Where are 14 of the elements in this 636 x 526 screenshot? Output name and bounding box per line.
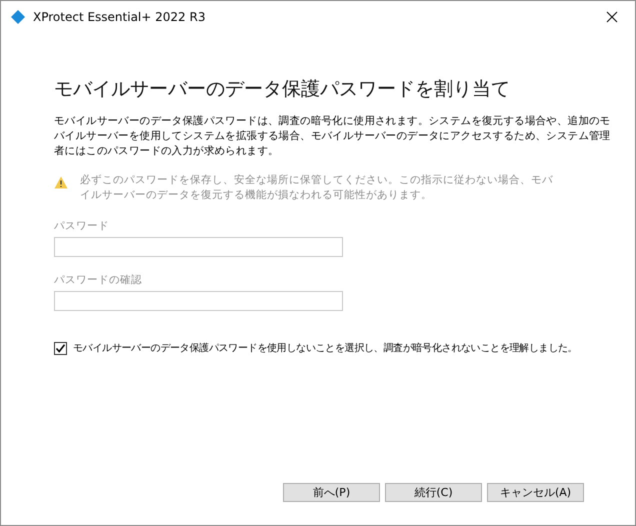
dialog-button[interactable]: 前へ(P) [283, 483, 380, 502]
app-logo-icon [11, 10, 25, 24]
window-title: XProtect Essential+ 2022 R3 [33, 10, 206, 24]
description-text: モバイルサーバーのデータ保護パスワードは、調査の暗号化に使用されます。システムを復元する場合や、追加のモバイルサーバーを使用してシステムを拡張する場合、モバイルサーバーのデータにアクセスするため、システム管理者にはこのパスワードの入力が求められます。 [54, 114, 612, 159]
checkbox[interactable] [54, 342, 67, 354]
warning-text: 必ずこのパスワードを保存し、安全な場所に保管してください。この指示に従わない場合、モバイルサーバーのデータを復元する機能が損なわれる可能性があります。 [80, 173, 554, 203]
page-heading: モバイルサーバーのデータ保護パスワードを割り当て [54, 77, 511, 102]
warning-icon [54, 176, 68, 189]
dialog-button[interactable]: 続行(C) [385, 483, 482, 502]
checkbox-label: モバイルサーバーのデータ保護パスワードを使用しないことを選択し、調査が暗号化されないことを理解しました。 [73, 342, 578, 355]
close-icon[interactable] [606, 10, 618, 22]
field-label: パスワードの確認 [54, 273, 143, 287]
dialog-button[interactable]: キャンセル(A) [487, 483, 584, 502]
field-label: パスワード [54, 219, 110, 233]
